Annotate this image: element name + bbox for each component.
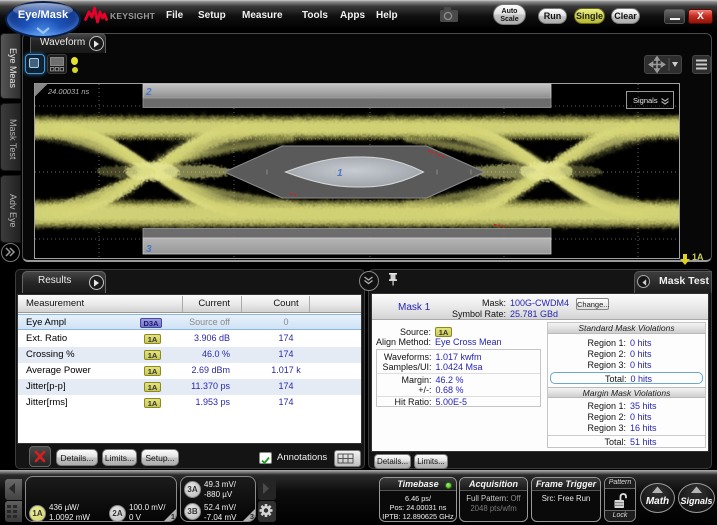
svg-text:24.00031 ns: 24.00031 ns: [47, 87, 90, 96]
svg-text:2: 2: [145, 87, 152, 98]
svg-text:1: 1: [337, 168, 343, 179]
svg-text:3: 3: [146, 244, 152, 255]
